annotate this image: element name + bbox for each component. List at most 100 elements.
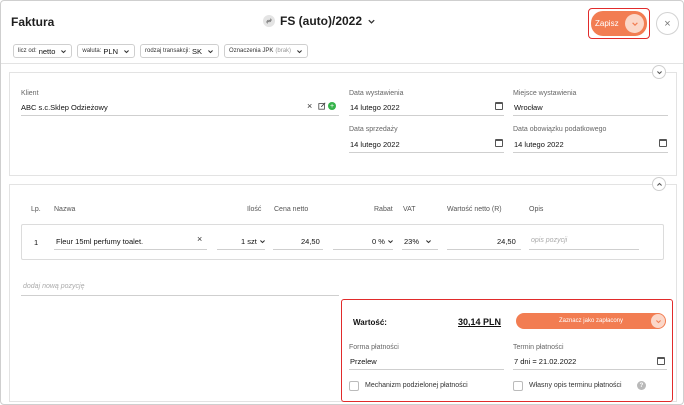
clear-name-icon[interactable]: × — [197, 234, 202, 244]
field-underline — [333, 249, 393, 250]
add-position-input[interactable]: dodaj nową pozycję — [23, 283, 85, 290]
row-qty-select[interactable]: 1 szt — [241, 237, 266, 246]
payment-form-label: Forma płatności — [349, 344, 399, 351]
filter-value: PLN — [103, 46, 118, 56]
field-underline — [273, 249, 323, 250]
column-header-discount: Rabat — [374, 206, 393, 213]
save-button-label: Zapisz — [595, 19, 619, 28]
filter-label: waluta: — [82, 48, 102, 54]
add-client-icon[interactable]: + — [328, 102, 336, 110]
invoice-window: Faktura FS (auto)/2022 Zapisz × licz od:… — [0, 0, 684, 405]
save-options-chevron[interactable] — [625, 14, 644, 33]
edit-icon[interactable] — [318, 102, 326, 110]
row-vat-value: 23% — [404, 237, 420, 246]
issue-date-label: Data wystawienia — [349, 90, 404, 97]
column-header-description: Opis — [529, 206, 544, 213]
column-header-vat: VAT — [403, 206, 416, 213]
field-underline — [402, 249, 438, 250]
field-underline — [513, 115, 668, 116]
issue-place-input[interactable]: Wrocław — [514, 103, 543, 112]
chevron-down-icon — [61, 49, 67, 53]
chevron-down-icon — [297, 49, 303, 53]
column-header-qty: Ilość — [247, 206, 262, 213]
field-underline — [349, 152, 504, 153]
sale-date-input[interactable]: 14 lutego 2022 — [350, 140, 400, 149]
field-underline — [21, 295, 339, 296]
client-dates-panel — [9, 72, 677, 176]
chevron-down-icon — [124, 49, 129, 53]
column-header-name: Nazwa — [54, 206, 76, 213]
own-term-checkbox[interactable] — [513, 381, 523, 391]
row-discount-select[interactable]: 0 % — [372, 237, 394, 246]
total-value: 30,14 PLN — [458, 317, 502, 327]
help-icon[interactable]: ? — [637, 381, 646, 390]
mark-as-paid-options-chevron[interactable] — [651, 314, 665, 328]
tax-date-input[interactable]: 14 lutego 2022 — [514, 140, 564, 149]
chevron-down-icon — [426, 240, 431, 244]
client-label: Klient — [21, 90, 39, 97]
chevron-down-icon — [259, 240, 265, 244]
column-header-lp: Lp. — [31, 206, 41, 213]
filter-value: SK — [192, 46, 203, 56]
row-lp: 1 — [34, 238, 39, 247]
split-payment-checkbox[interactable] — [349, 381, 359, 391]
filter-value: netto — [38, 46, 56, 56]
save-button[interactable]: Zapisz — [591, 11, 647, 36]
issue-date-input[interactable]: 14 lutego 2022 — [350, 103, 400, 112]
client-input[interactable]: ABC s.c.Sklep Odzieżowy — [21, 103, 108, 112]
filter-label: rodzaj transakcji: — [144, 48, 191, 54]
column-header-net-value: Wartość netto (R) — [447, 206, 502, 213]
link-icon[interactable] — [263, 15, 275, 27]
filter-label: Oznaczenia JPK — [229, 48, 274, 54]
filter-label: licz od: — [18, 48, 37, 54]
row-qty-value: 1 szt — [241, 237, 257, 246]
invoice-options-bar: licz od: netto waluta: PLN rodzaj transa… — [13, 44, 309, 58]
payment-term-label: Termin płatności — [513, 344, 564, 351]
tax-date-label: Data obowiązku podatkowego — [513, 126, 607, 133]
mark-as-paid-label: Zaznacz jako zapłacony — [558, 318, 624, 324]
document-number-selector[interactable]: FS (auto)/2022 — [263, 14, 376, 28]
clear-client-icon[interactable]: × — [307, 101, 312, 111]
chevron-down-icon — [655, 319, 661, 323]
issue-place-label: Miejsce wystawienia — [513, 90, 577, 97]
payment-form-select[interactable]: Przelew — [350, 357, 377, 366]
row-net-value-input[interactable]: 24,50 — [497, 237, 516, 246]
page-title: Faktura — [11, 15, 55, 29]
collapse-positions-panel-button[interactable] — [652, 177, 666, 191]
field-underline — [21, 115, 339, 116]
calendar-icon[interactable] — [495, 102, 503, 110]
row-description-input[interactable]: opis pozycji — [531, 237, 567, 244]
field-underline — [54, 249, 207, 250]
close-button[interactable]: × — [656, 12, 679, 35]
chevron-down-icon — [368, 19, 375, 24]
collapse-client-panel-button[interactable] — [652, 65, 666, 79]
chevron-down-icon — [387, 240, 393, 244]
row-name-input[interactable]: Fleur 15ml perfumy toalet. — [56, 237, 143, 246]
row-vat-select[interactable]: 23% — [404, 237, 432, 246]
field-underline — [513, 152, 668, 153]
filter-calc-from[interactable]: licz od: netto — [13, 44, 73, 58]
calendar-icon[interactable] — [657, 357, 665, 365]
total-label: Wartość: — [353, 318, 387, 327]
field-underline — [217, 249, 265, 250]
chevron-down-icon — [656, 70, 662, 74]
filter-currency[interactable]: waluta: PLN — [77, 44, 135, 58]
chevron-up-icon — [656, 182, 662, 186]
filter-jpk-marks[interactable]: Oznaczenia JPK (brak) — [224, 44, 309, 58]
calendar-icon[interactable] — [659, 139, 667, 147]
field-underline — [529, 249, 639, 250]
divider — [1, 63, 683, 64]
own-term-label: Własny opis terminu płatności — [529, 382, 622, 389]
calendar-icon[interactable] — [495, 139, 503, 147]
close-icon: × — [664, 17, 671, 30]
payment-term-input[interactable]: 7 dni = 21.02.2022 — [514, 357, 576, 366]
field-underline — [349, 369, 504, 370]
document-number: FS (auto)/2022 — [280, 14, 363, 28]
mark-as-paid-button[interactable]: Zaznacz jako zapłacony — [516, 313, 666, 329]
chevron-down-icon — [631, 21, 638, 26]
row-net-price-input[interactable]: 24,50 — [301, 237, 320, 246]
filter-value: (brak) — [275, 48, 292, 54]
field-underline — [349, 115, 504, 116]
column-header-net-price: Cena netto — [274, 206, 309, 213]
filter-transaction-type[interactable]: rodzaj transakcji: SK — [139, 44, 220, 58]
